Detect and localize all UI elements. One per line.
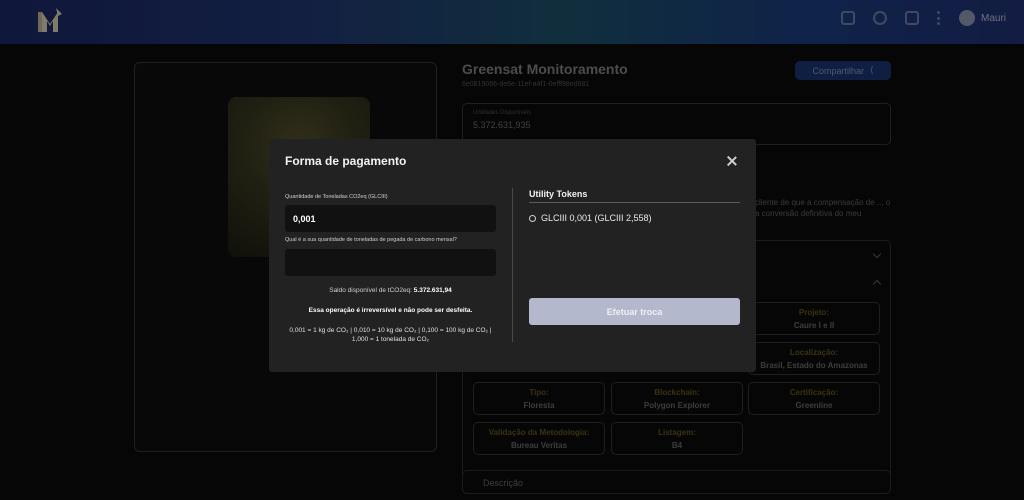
submit-exchange-button[interactable]: Efetuar troca [529,298,740,325]
payment-modal: Forma de pagamento Quantidade de Tonelad… [269,139,756,372]
modal-title: Forma de pagamento [285,154,407,168]
irreversible-warning: Essa operação é irreversível e não pode … [308,307,473,314]
monthly-footprint-input[interactable] [285,249,496,276]
utility-tokens-title: Utility Tokens [529,189,588,199]
conversion-note: 0,001 = 1 kg de CO₂ | 0,010 = 10 kg de C… [289,327,492,343]
radio-icon[interactable] [529,214,536,222]
close-icon[interactable] [726,155,738,167]
vertical-divider [512,188,513,342]
quantity-input[interactable] [285,205,496,232]
token-option[interactable]: GLCIII 0,001 (GLCIII 2,558) [529,213,652,223]
token-option-label: GLCIII 0,001 (GLCIII 2,558) [541,213,652,223]
monthly-footprint-label: Qual é a sua quantidade de toneladas de … [285,237,457,243]
quantity-label: Quantidade de Toneladas CO2eq (GLCIII) [285,194,388,200]
balance-prefix: Saldo disponível de tCO2eq: [329,287,412,294]
utility-divider [529,202,740,203]
available-balance: Saldo disponível de tCO2eq: 5.372.631,94 [285,287,496,294]
balance-value: 5.372.631,94 [413,287,452,294]
